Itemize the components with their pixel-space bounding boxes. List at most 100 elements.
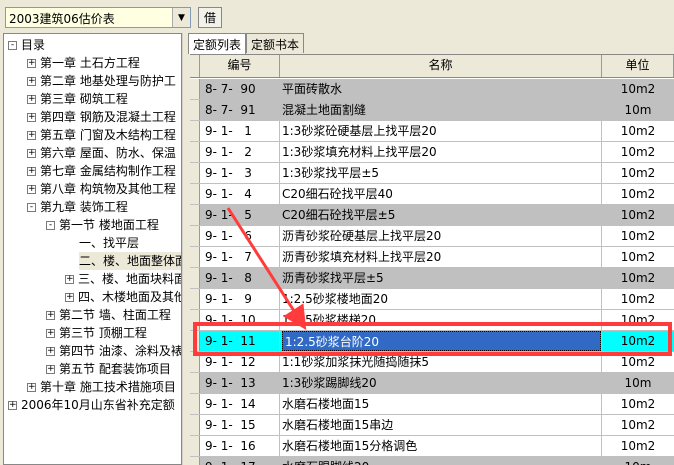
row-header[interactable] (190, 457, 200, 465)
cell-code[interactable]: 9- 1- 14 (200, 394, 280, 414)
expand-icon[interactable]: + (27, 58, 36, 68)
tree-node[interactable]: + 第四章 钢筋及混凝土工程 (27, 108, 176, 126)
tree-node[interactable]: + 四、木楼地面及其他 (65, 288, 181, 306)
expand-icon[interactable]: + (27, 76, 36, 86)
tree-node[interactable]: + 三、楼、地面块料面层 (65, 270, 181, 288)
row-header[interactable] (190, 121, 200, 141)
cell-unit[interactable]: 10m2 (602, 436, 674, 456)
cell-code[interactable]: 9- 1- 15 (200, 415, 280, 435)
tree-node[interactable]: + 第三章 砌筑工程 (27, 90, 128, 108)
cell-code[interactable]: 8- 7- 90 (200, 79, 280, 99)
cell-unit[interactable]: 10m2 (602, 205, 674, 225)
row-header[interactable] (190, 268, 200, 288)
cell-code[interactable]: 9- 1- 7 (200, 247, 280, 267)
tree-node[interactable]: +2006年10月山东省补充定额 (8, 396, 175, 414)
quota-library-select[interactable]: 2003建筑06估价表 ▼ (5, 7, 191, 28)
collapse-icon[interactable]: - (46, 220, 55, 230)
table-row[interactable]: 9- 1- 2 1:3砂浆填充材料上找平层20 10m2 (190, 142, 674, 163)
borrow-button[interactable]: 借 (198, 7, 222, 28)
cell-code[interactable]: 9- 1- 17 (200, 457, 280, 465)
cell-unit[interactable]: 10m2 (602, 415, 674, 435)
table-row[interactable]: 9- 1- 16 水磨石楼地面15分格调色 10m2 (190, 436, 674, 457)
row-header[interactable] (190, 436, 200, 456)
tree-node[interactable]: + 第八章 构筑物及其他工程 (27, 180, 176, 198)
collapse-icon[interactable]: - (27, 202, 36, 212)
tree-node[interactable]: - 第九章 装饰工程 (27, 198, 128, 216)
table-row[interactable]: 9- 1- 17水磨石踢脚线20 10m (190, 457, 674, 465)
cell-code[interactable]: 9- 1- 6 (200, 226, 280, 246)
cell-name[interactable]: 水磨石楼地面15 (280, 394, 602, 414)
cell-code[interactable]: 9- 1- 4 (200, 184, 280, 204)
expand-icon[interactable]: + (27, 130, 36, 140)
cell-unit[interactable]: 10m2 (602, 226, 674, 246)
expand-icon[interactable]: + (8, 400, 17, 410)
row-header[interactable] (190, 373, 200, 393)
cell-code[interactable]: 9- 1- 9 (200, 289, 280, 309)
cell-code[interactable]: 9- 1- 1 (200, 121, 280, 141)
row-header[interactable] (190, 415, 200, 435)
tree-node[interactable]: + 第三节 顶棚工程 (46, 324, 147, 342)
cell-unit[interactable]: 10m2 (602, 394, 674, 414)
table-row[interactable]: 9- 1- 15 水磨石楼地面15串边 10m2 (190, 415, 674, 436)
splitter[interactable] (182, 33, 187, 465)
cell-unit[interactable]: 10m2 (602, 289, 674, 309)
expand-icon[interactable]: + (65, 274, 74, 284)
table-row[interactable]: 9- 1- 6 沥青砂浆砼硬基层上找平层20 10m2 (190, 226, 674, 247)
table-row[interactable]: 9- 1- 8 沥青砂浆找平层±5 10m2 (190, 268, 674, 289)
tree-node[interactable]: + 第十章 施工技术措施项目 (27, 378, 176, 396)
tree-node[interactable]: + 第五节 配套装饰项目 (46, 360, 171, 378)
column-header-name[interactable]: 名称 (280, 55, 602, 77)
tree-node[interactable]: 一、找平层 (79, 234, 139, 252)
expand-icon[interactable]: + (27, 166, 36, 176)
cell-unit[interactable]: 10m (602, 100, 674, 120)
tree-node[interactable]: + 第一章 土石方工程 (27, 54, 140, 72)
cell-name[interactable]: C20细石砼找平层±5 (280, 205, 602, 225)
tree-node[interactable]: + 第六章 屋面、防水、保温 (27, 144, 176, 162)
table-row[interactable]: 9- 1- 7 沥青砂浆填充材料上找平层20 10m2 (190, 247, 674, 268)
cell-unit[interactable]: 10m (602, 373, 674, 393)
tree-node[interactable]: + 第二节 墙、柱面工程 (46, 306, 171, 324)
cell-unit[interactable]: 10m2 (602, 247, 674, 267)
cell-unit[interactable]: 10m2 (602, 163, 674, 183)
cell-unit[interactable]: 10m2 (602, 142, 674, 162)
cell-name[interactable]: 1:3砂浆踢脚线20 (280, 373, 602, 393)
tree-node[interactable]: + 第五章 门窗及木结构工程 (27, 126, 176, 144)
table-row[interactable]: 8- 7- 90 平面砖散水 10m2 (190, 79, 674, 100)
tab-quota-book[interactable]: 定额书本 (246, 33, 305, 53)
tree-node[interactable]: + 第二章 地基处理与防护工 (27, 72, 176, 90)
cell-unit[interactable]: 10m2 (602, 268, 674, 288)
collapse-icon[interactable]: - (8, 40, 17, 50)
row-header[interactable] (190, 184, 200, 204)
cell-name[interactable]: 1:3砂浆砼硬基层上找平层20 (280, 121, 602, 141)
row-header[interactable] (190, 289, 200, 309)
cell-name[interactable]: 混凝土地面割缝 (280, 100, 602, 120)
cell-unit[interactable]: 10m2 (602, 184, 674, 204)
table-row[interactable]: 9- 1- 1 1:3砂浆砼硬基层上找平层20 10m2 (190, 121, 674, 142)
cell-code[interactable]: 9- 1- 13 (200, 373, 280, 393)
cell-code[interactable]: 9- 1- 8 (200, 268, 280, 288)
table-row[interactable]: 9- 1- 13 1:3砂浆踢脚线20 10m (190, 373, 674, 394)
expand-icon[interactable]: + (27, 148, 36, 158)
table-row[interactable]: 9- 1- 9 1:2.5砂浆楼地面20 10m2 (190, 289, 674, 310)
row-header[interactable] (190, 205, 200, 225)
table-row[interactable]: 8- 7- 91 混凝土地面割缝 10m (190, 100, 674, 121)
cell-code[interactable]: 9- 1- 2 (200, 142, 280, 162)
table-row[interactable]: 9- 1- 5 C20细石砼找平层±5 10m2 (190, 205, 674, 226)
expand-icon[interactable]: + (27, 94, 36, 104)
column-header-unit[interactable]: 单位 (602, 55, 674, 77)
row-header[interactable] (190, 247, 200, 267)
table-row[interactable]: 9- 1- 4 C20细石砼找平层40 10m2 (190, 184, 674, 205)
tree-node[interactable]: 二、楼、地面整体面层 (79, 252, 181, 270)
expand-icon[interactable]: + (46, 364, 55, 374)
cell-unit[interactable]: 10m2 (602, 79, 674, 99)
expand-icon[interactable]: + (65, 292, 74, 302)
tab-quota-list[interactable]: 定额列表 (188, 33, 247, 54)
expand-icon[interactable]: + (46, 346, 55, 356)
expand-icon[interactable]: + (27, 184, 36, 194)
table-row[interactable]: 9- 1- 3 1:3砂浆找平层±5 10m2 (190, 163, 674, 184)
cell-name[interactable]: C20细石砼找平层40 (280, 184, 602, 204)
cell-name[interactable]: 1:3砂浆填充材料上找平层20 (280, 142, 602, 162)
cell-name[interactable]: 水磨石踢脚线20 (280, 457, 602, 465)
cell-name[interactable]: 沥青砂浆砼硬基层上找平层20 (280, 226, 602, 246)
expand-icon[interactable]: + (46, 310, 55, 320)
